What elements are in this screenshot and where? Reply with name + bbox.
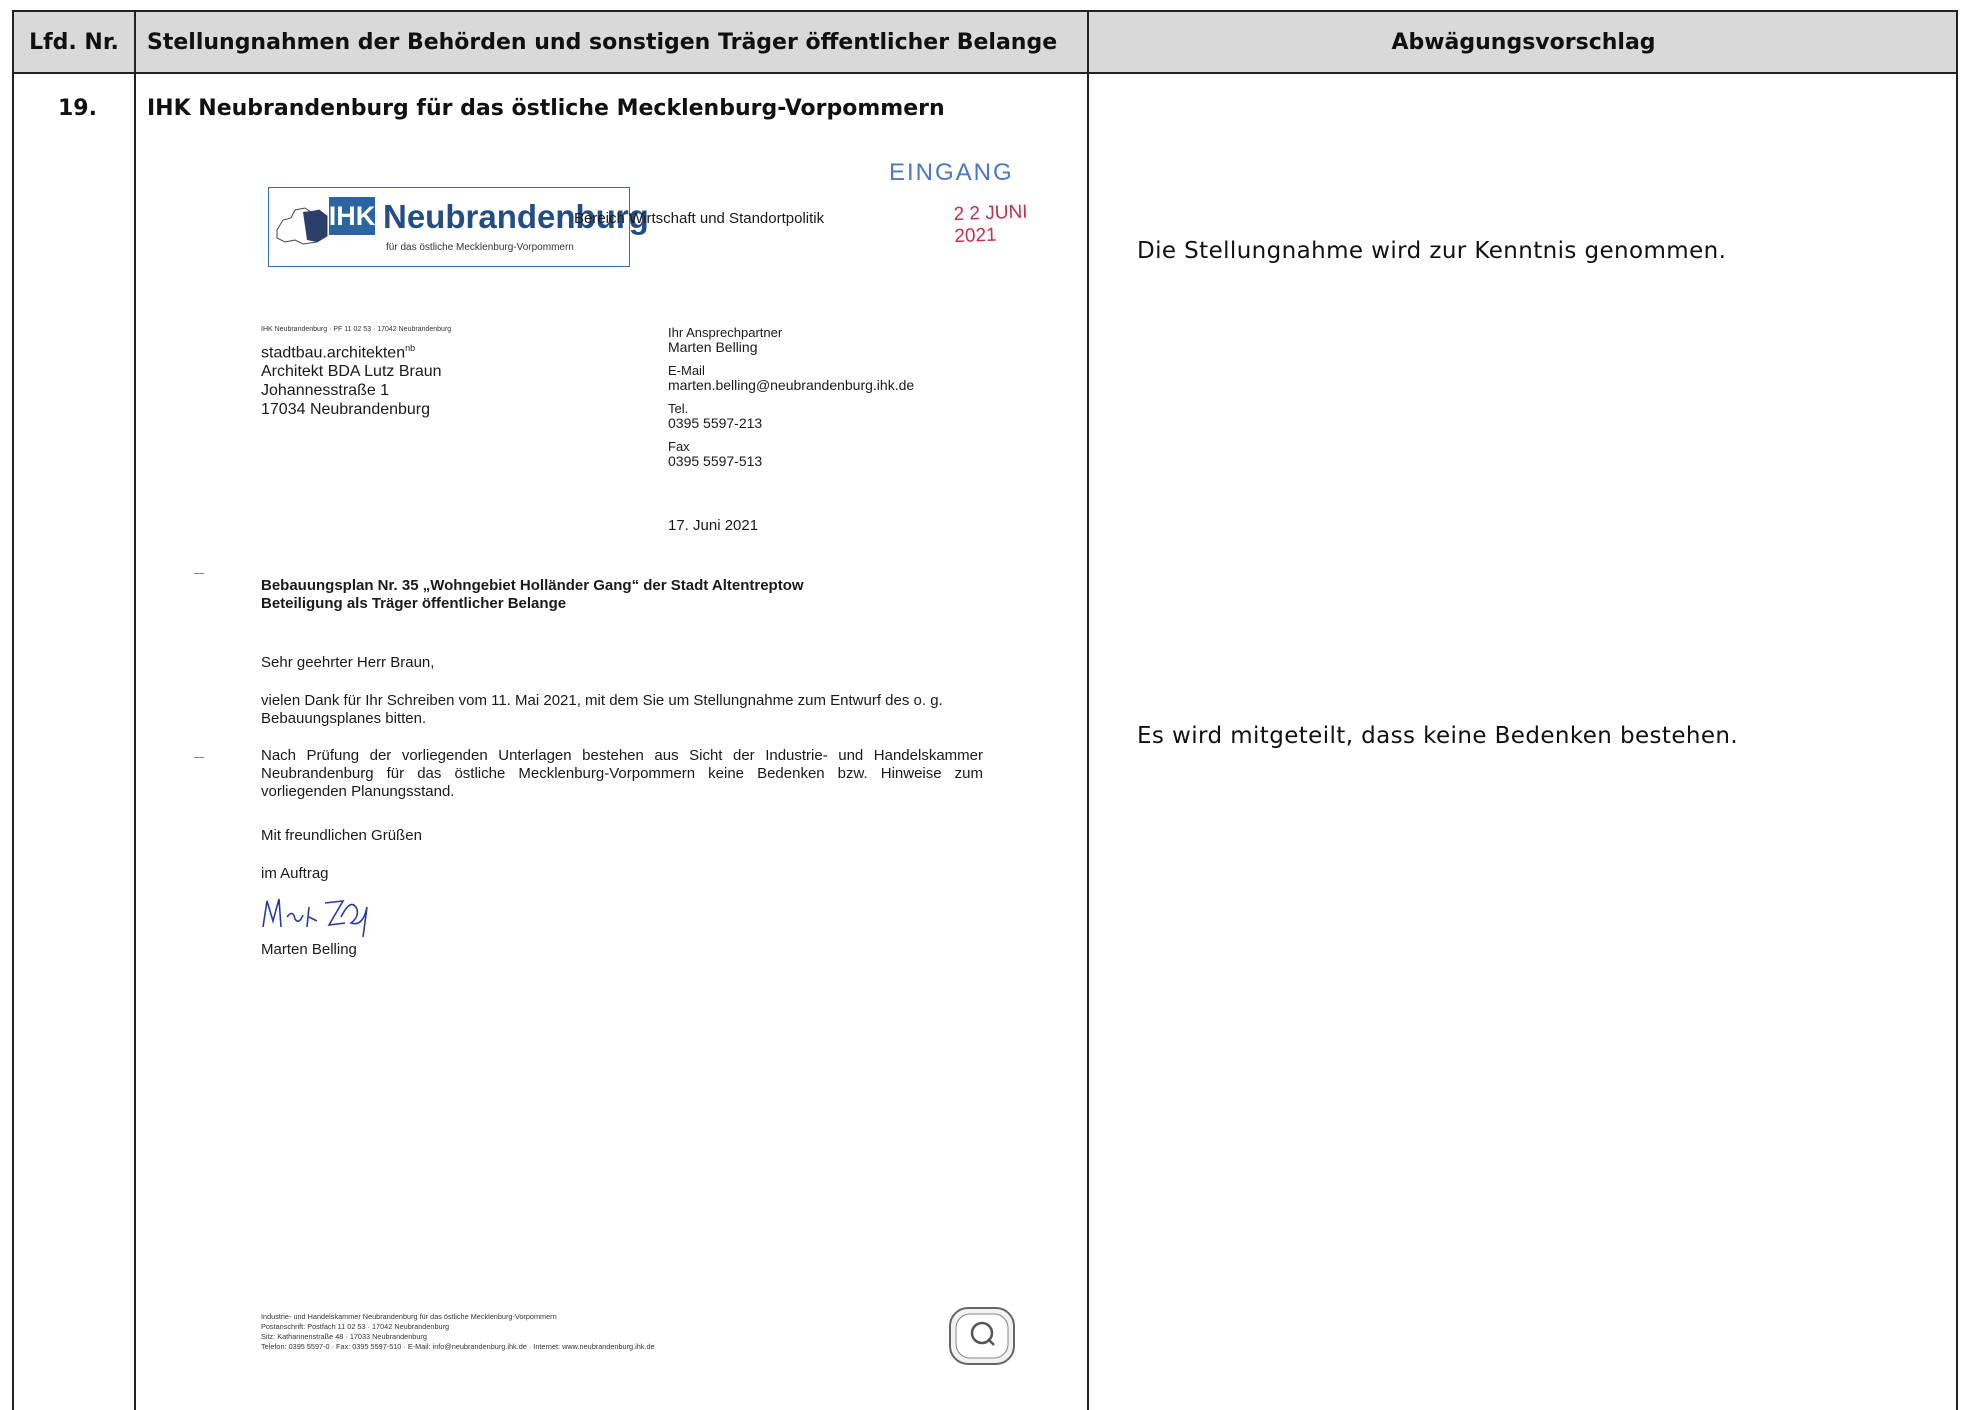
closing: Mit freundlichen Grüßen — [261, 827, 422, 844]
statement-table: Lfd. Nr. Stellungnahmen der Behörden und… — [12, 10, 1958, 1410]
letter-footer: Industrie- und Handelskammer Neubrandenb… — [261, 1312, 655, 1352]
fax-value: 0395 5597-513 — [668, 453, 763, 469]
fax-label: Fax — [668, 439, 690, 454]
recipient-address: stadtbau.architektennb Architekt BDA Lut… — [261, 339, 442, 419]
row-number: 19. — [58, 96, 97, 121]
map-icon — [276, 207, 328, 245]
header-lfd-nr: Lfd. Nr. — [29, 29, 119, 55]
department: Bereich Wirtschaft und Standortpolitik — [574, 210, 825, 227]
abwaegung-note: Die Stellungnahme wird zur Kenntnis geno… — [1137, 238, 1727, 264]
subject-line: Beteiligung als Träger öffentlicher Bela… — [261, 595, 567, 612]
row-title: IHK Neubrandenburg für das östliche Meck… — [147, 96, 945, 121]
tel-label: Tel. — [668, 401, 689, 416]
greeting: Sehr geehrter Herr Braun, — [261, 654, 435, 671]
paragraph: vielen Dank für Ihr Schreiben vom 11. Ma… — [261, 692, 943, 727]
fold-mark — [194, 757, 204, 758]
recipient-line: Johannesstraße 1 — [261, 382, 390, 400]
footer-line: Postanschrift: Postfach 11 02 53 · 17042… — [261, 1322, 450, 1331]
logo-subtitle: für das östliche Mecklenburg-Vorpommern — [386, 242, 574, 253]
sender-line: IHK Neubrandenburg · PF 11 02 53 · 17042… — [261, 326, 452, 333]
footer-line: Telefon: 0395 5597-0 · Fax: 0395 5597-51… — [261, 1342, 655, 1351]
header-abwaegungsvorschlag: Abwägungsvorschlag — [1391, 29, 1656, 55]
scanned-letter: IHK Neubrandenburg für das östliche Meck… — [144, 137, 1074, 1409]
tel-value: 0395 5597-213 — [668, 415, 763, 431]
recipient-line: 17034 Neubrandenburg — [261, 401, 431, 419]
recipient-sup: nb — [405, 343, 416, 353]
column-divider — [134, 12, 136, 1410]
footer-line: Sitz: Katharinenstraße 48 · 17033 Neubra… — [261, 1332, 427, 1341]
im-auftrag: im Auftrag — [261, 865, 329, 882]
letter-date: 17. Juni 2021 — [668, 517, 759, 534]
subject-line: Bebauungsplan Nr. 35 „Wohngebiet Holländ… — [261, 577, 804, 594]
footer-line: Industrie- und Handelskammer Neubrandenb… — [261, 1312, 557, 1321]
ihk-logo: IHK Neubrandenburg für das östliche Meck… — [268, 187, 649, 267]
fold-mark — [194, 573, 204, 574]
email-label: E-Mail — [668, 363, 705, 378]
column-divider — [1087, 12, 1089, 1410]
recipient-line: Architekt BDA Lutz Braun — [261, 363, 442, 381]
paragraph: Nach Prüfung der vorliegenden Unterlagen… — [261, 747, 983, 800]
logo-ihk-box: IHK — [329, 197, 375, 235]
abwaegung-note: Es wird mitgeteilt, dass keine Bedenken … — [1137, 723, 1739, 749]
signature-name: Marten Belling — [261, 941, 357, 958]
stamp-date: 2 2 JUNI 2021 — [953, 201, 1028, 248]
recipient-line: stadtbau.architekten — [261, 344, 406, 362]
header-stellungnahmen: Stellungnahmen der Behörden und sonstige… — [147, 29, 1058, 55]
table-header: Lfd. Nr. Stellungnahmen der Behörden und… — [14, 12, 1956, 74]
stamp-eingang: EINGANG — [889, 159, 1014, 186]
contact-name: Marten Belling — [668, 339, 758, 355]
letter-subject: Bebauungsplan Nr. 35 „Wohngebiet Holländ… — [261, 577, 804, 613]
email-value: marten.belling@neubrandenburg.ihk.de — [668, 377, 915, 393]
signature-icon — [262, 898, 368, 938]
contact-block: Ihr Ansprechpartner Marten Belling E-Mai… — [668, 325, 914, 469]
contact-label: Ihr Ansprechpartner — [668, 325, 783, 340]
certqua-seal-icon — [949, 1307, 1015, 1365]
